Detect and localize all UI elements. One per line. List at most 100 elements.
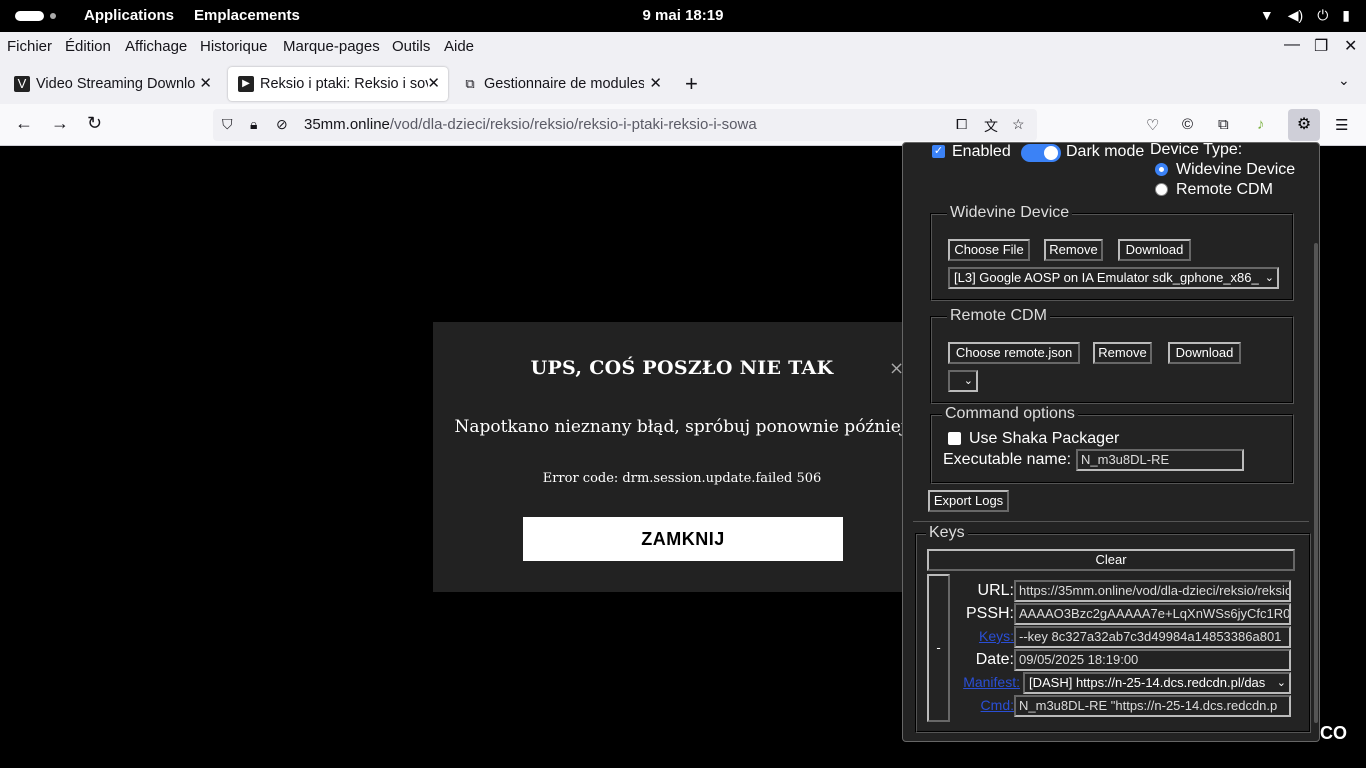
remove-remote-button[interactable]: Remove [1093, 342, 1152, 364]
dark-mode-toggle[interactable] [1021, 144, 1061, 162]
bookmark-star-icon[interactable]: ☆ [1012, 116, 1025, 133]
download-remote-button[interactable]: Download [1168, 342, 1241, 364]
tracking-protection-icon[interactable]: ⛉ [222, 116, 233, 133]
widevine-device-select[interactable]: [L3] Google AOSP on IA Emulator sdk_gpho… [948, 267, 1279, 289]
popup-scrollbar[interactable] [1314, 243, 1318, 723]
clear-keys-button[interactable]: Clear [927, 549, 1295, 571]
pssh-field[interactable]: AAAAO3Bzc2gAAAAA7e+LqXnWSs6jyCfc1R0h [1014, 603, 1291, 625]
keys-field[interactable]: --key 8c327a32ab7c3d49984a14853386a801 [1014, 626, 1291, 648]
remote-cdm-radio[interactable] [1155, 183, 1168, 196]
clock[interactable]: 9 mai 18:19 [0, 7, 1366, 24]
hamburger-menu-icon[interactable]: ☰ [1335, 116, 1348, 134]
list-tabs-chevron-icon[interactable]: ⌄ [1338, 72, 1350, 89]
tab-video-downloader[interactable]: V Video Streaming Downloa ✕ [4, 67, 220, 101]
download-device-button[interactable]: Download [1118, 239, 1191, 261]
menu-marque-pages[interactable]: Marque-pages [283, 38, 380, 55]
extension-popup: ✓ Enabled Dark mode Device Type: Widevin… [902, 142, 1320, 742]
modal-error-code: Error code: drm.session.update.failed 50… [542, 471, 822, 486]
menu-outils[interactable]: Outils [392, 38, 430, 55]
date-label: Date: [975, 651, 1014, 668]
enabled-checkbox[interactable]: ✓ [932, 145, 945, 158]
modal-title: UPS, COŚ POSZŁO NIE TAK [530, 357, 834, 379]
widevine-device-radio[interactable] [1155, 163, 1168, 176]
enabled-label: Enabled [952, 143, 1011, 160]
dark-mode-label: Dark mode [1066, 143, 1145, 160]
enabled-row: ✓ Enabled [932, 143, 1072, 164]
cmd-link[interactable]: Cmd: [934, 697, 1014, 713]
divider [913, 521, 1309, 522]
keys-link[interactable]: Keys: [934, 628, 1014, 644]
pssh-label: PSSH: [965, 605, 1014, 622]
tab-title: Gestionnaire de modules [484, 76, 644, 92]
executable-name-input[interactable]: N_m3u8DL-RE [1076, 449, 1244, 471]
url-field[interactable]: https://35mm.online/vod/dla-dzieci/reksi… [1014, 580, 1291, 602]
url-bar[interactable]: ⛉ 🔒︎ ⊘ 35mm.online/vod/dla-dzieci/reksio… [213, 109, 1037, 141]
picture-in-picture-icon[interactable]: ⧠ [956, 116, 967, 133]
back-icon[interactable]: ← [15, 113, 33, 134]
url-text[interactable]: 35mm.online/vod/dla-dzieci/reksio/reksio… [304, 116, 757, 133]
minimize-icon[interactable]: — [1284, 36, 1300, 54]
close-modal-button[interactable]: ZAMKNIJ [523, 517, 843, 561]
screen: Applications Emplacements 9 mai 18:19 ▼ … [0, 0, 1366, 768]
v-logo-icon: V [14, 76, 30, 92]
remote-cdm-select[interactable]: ⌄ [948, 370, 978, 392]
widevine-device-legend: Widevine Device [947, 204, 1073, 222]
power-icon: ⏻ [1317, 7, 1329, 23]
new-tab-button[interactable]: + [685, 71, 698, 97]
menu-fichier[interactable]: Fichier [7, 38, 52, 55]
maximize-icon[interactable]: ❐ [1314, 36, 1328, 56]
tab-reksio[interactable]: ▶ Reksio i ptaki: Reksio i sov ✕ [228, 67, 448, 101]
close-tab-icon[interactable]: ✕ [199, 74, 212, 92]
extensions-icon[interactable]: ⧉ [1218, 116, 1229, 133]
command-options-legend: Command options [942, 405, 1078, 423]
choose-remote-json-button[interactable]: Choose remote.json [948, 342, 1080, 364]
chevron-down-icon: ⌄ [963, 375, 973, 387]
battery-icon: ▮ [1342, 7, 1350, 23]
close-tab-icon[interactable]: ✕ [649, 74, 662, 92]
choose-file-button[interactable]: Choose File [948, 239, 1030, 261]
forward-icon[interactable]: → [51, 113, 69, 134]
system-tray[interactable]: ▼ ◀) ⏻ ▮ [1260, 7, 1350, 24]
play-icon: ▶ [238, 76, 254, 92]
remove-device-button[interactable]: Remove [1044, 239, 1103, 261]
selected-device: [L3] Google AOSP on IA Emulator sdk_gpho… [954, 270, 1259, 285]
chevron-down-icon: ⌄ [1276, 674, 1286, 692]
c-extension-icon[interactable]: © [1182, 116, 1193, 133]
translate-icon[interactable]: 文 [984, 116, 998, 136]
pocket-icon[interactable]: ♡ [1146, 116, 1159, 134]
reload-icon[interactable]: ↻ [87, 113, 102, 134]
chevron-down-icon: ⌄ [1264, 269, 1274, 287]
menu-aide[interactable]: Aide [444, 38, 474, 55]
widevine-extension-icon[interactable]: ⚙ [1288, 109, 1320, 141]
widevine-device-option: Widevine Device [1176, 161, 1296, 178]
system-top-bar: Applications Emplacements 9 mai 18:19 ▼ … [0, 0, 1366, 32]
toggle-knob [1044, 146, 1058, 160]
shaka-packager-checkbox[interactable] [948, 432, 961, 445]
navigation-toolbar: ← → ↻ ⛉ 🔒︎ ⊘ 35mm.online/vod/dla-dzieci/… [0, 104, 1366, 146]
puzzle-icon: ⧉ [465, 76, 475, 91]
date-field[interactable]: 09/05/2025 18:19:00 [1014, 649, 1291, 671]
manifest-select[interactable]: [DASH] https://n-25-14.dcs.redcdn.pl/das… [1023, 672, 1291, 694]
remote-cdm-option: Remote CDM [1176, 181, 1273, 198]
menu-affichage[interactable]: Affichage [125, 38, 187, 55]
wifi-icon: ▼ [1259, 7, 1274, 23]
url-label: URL: [977, 582, 1014, 599]
shaka-packager-label: Use Shaka Packager [969, 430, 1120, 447]
close-tab-icon[interactable]: ✕ [427, 74, 440, 92]
manifest-link[interactable]: Manifest: [940, 674, 1020, 690]
menu-historique[interactable]: Historique [200, 38, 268, 55]
music-extension-icon[interactable]: ♪ [1257, 116, 1265, 133]
lock-icon[interactable]: 🔒︎ [250, 116, 257, 133]
cmd-field[interactable]: N_m3u8DL-RE "https://n-25-14.dcs.redcdn.… [1014, 695, 1291, 717]
tab-bar: V Video Streaming Downloa ✕ ▶ Reksio i p… [0, 62, 1366, 104]
tab-addons-manager[interactable]: ⧉ Gestionnaire de modules ✕ [452, 67, 670, 101]
device-type-label: Device Type: [1150, 142, 1243, 158]
modal-message: Napotkano nieznany błąd, spróbuj ponowni… [454, 417, 912, 437]
volume-icon: ◀) [1287, 7, 1304, 23]
remote-cdm-legend: Remote CDM [947, 307, 1050, 325]
export-logs-button[interactable]: Export Logs [928, 490, 1009, 512]
error-modal: UPS, COŚ POSZŁO NIE TAK × Napotkano niez… [433, 322, 933, 592]
close-window-icon[interactable]: ✕ [1344, 36, 1357, 56]
menu-edition[interactable]: Édition [65, 38, 111, 55]
permissions-icon[interactable]: ⊘ [276, 116, 288, 133]
